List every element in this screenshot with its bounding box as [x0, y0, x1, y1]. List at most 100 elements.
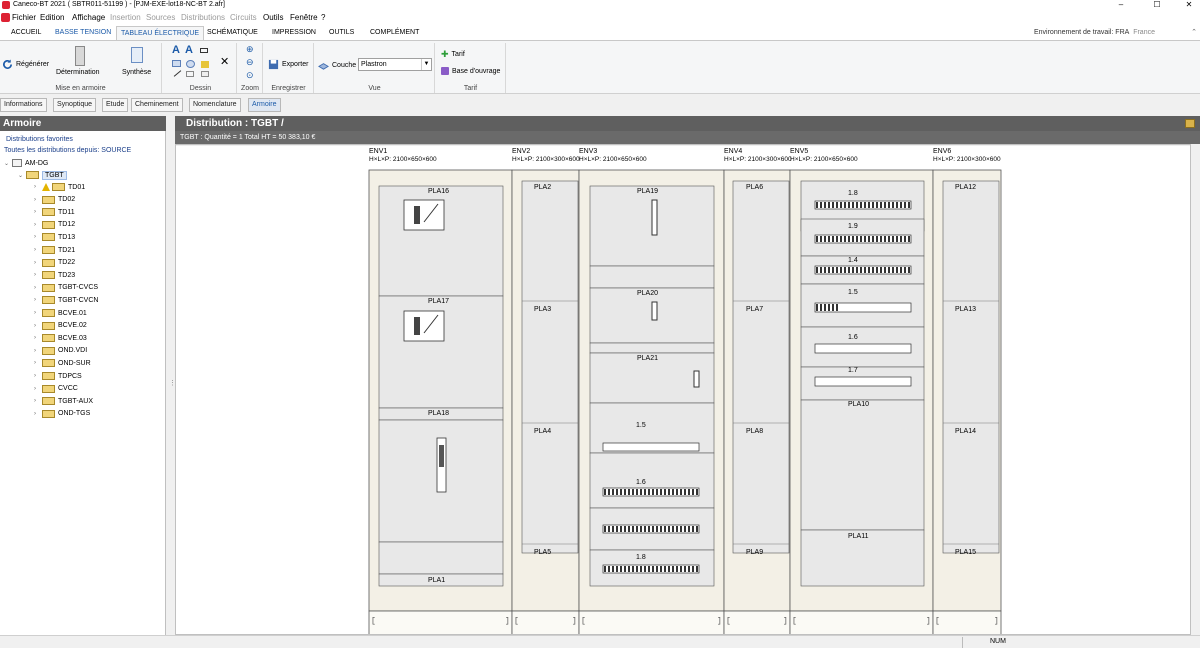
- exporter-button[interactable]: Exporter: [268, 59, 308, 70]
- zoom-fit-icon[interactable]: ⊙: [246, 70, 254, 81]
- tree-node-tgbt[interactable]: ⌄ TGBT: [18, 169, 67, 181]
- tree-node-cvcc[interactable]: › CVCC: [34, 383, 78, 395]
- tree-node-tgbt-cvcn[interactable]: › TGBT-CVCN: [34, 294, 98, 306]
- expand-icon[interactable]: ›: [34, 373, 40, 379]
- expand-icon[interactable]: ›: [34, 184, 40, 190]
- tarif-button[interactable]: ✚ Tarif: [441, 49, 465, 60]
- menu-sources[interactable]: Sources: [146, 13, 175, 22]
- expand-icon[interactable]: ›: [34, 398, 40, 404]
- tree-node-td21[interactable]: › TD21: [34, 244, 75, 256]
- tree-node-bcve-03[interactable]: › BCVE.03: [34, 332, 87, 344]
- text-style-icon[interactable]: A: [185, 44, 193, 56]
- expand-icon[interactable]: ›: [34, 247, 40, 253]
- determination-button[interactable]: Détermination: [56, 69, 100, 76]
- regenerer-button[interactable]: Régénérer: [2, 59, 49, 70]
- table-tool-icon[interactable]: [200, 48, 208, 53]
- app-menu-icon[interactable]: [1, 13, 10, 22]
- tab-cheminement[interactable]: Cheminement: [131, 98, 183, 112]
- expand-icon[interactable]: ›: [34, 386, 40, 392]
- expand-icon[interactable]: ›: [34, 348, 40, 354]
- chevron-down-icon[interactable]: ▼: [421, 59, 431, 70]
- tree-node-td22[interactable]: › TD22: [34, 257, 75, 269]
- tab-armoire[interactable]: Armoire: [248, 98, 281, 112]
- expand-icon[interactable]: ›: [34, 260, 40, 266]
- expand-icon[interactable]: ›: [34, 197, 40, 203]
- expand-icon[interactable]: ›: [34, 272, 40, 278]
- tree-node-bcve-02[interactable]: › BCVE.02: [34, 320, 87, 332]
- frame-tool-icon[interactable]: [201, 71, 209, 77]
- tab-basse-tension[interactable]: BASSE TENSION: [51, 26, 115, 40]
- expand-icon[interactable]: ›: [34, 411, 40, 417]
- tab-synoptique[interactable]: Synoptique: [53, 98, 97, 112]
- expand-icon[interactable]: ›: [34, 310, 40, 316]
- cabinet-canvas[interactable]: ENV1 H×L×P: 2100×650×600[] ENV2 H×L×P: 2100…: [175, 144, 1191, 635]
- cabinet-drawing[interactable]: ENV1H×L×P: 2100×650×600[]ENV2H×L×P: 2100…: [176, 145, 1191, 635]
- expand-icon[interactable]: ›: [34, 222, 40, 228]
- synthese-button[interactable]: Synthèse: [122, 69, 151, 76]
- couche-select[interactable]: Plastron ▼: [358, 58, 432, 71]
- maximize-button[interactable]: ☐: [1146, 0, 1168, 10]
- menu-fichier[interactable]: Fichier: [12, 13, 36, 22]
- text-tool-icon[interactable]: A: [172, 44, 180, 56]
- lock-icon[interactable]: [1185, 119, 1195, 128]
- base-ouvrage-button[interactable]: Base d'ouvrage: [441, 67, 500, 75]
- favorites-link[interactable]: Distributions favorites: [6, 136, 73, 143]
- tree-node-ond-vdi[interactable]: › OND.VDI: [34, 345, 87, 357]
- expand-icon[interactable]: ›: [34, 360, 40, 366]
- zoom-out-icon[interactable]: ⊖: [246, 57, 254, 68]
- expand-icon[interactable]: ›: [34, 335, 40, 341]
- menu-circuits[interactable]: Circuits: [230, 13, 257, 22]
- rectangle-tool-icon[interactable]: [172, 60, 181, 67]
- tree-node-td02[interactable]: › TD02: [34, 194, 75, 206]
- collapse-icon[interactable]: ⌄: [18, 172, 24, 179]
- tree-node-td12[interactable]: › TD12: [34, 219, 75, 231]
- tab-impression[interactable]: IMPRESSION: [268, 26, 320, 40]
- menu-outils[interactable]: Outils: [263, 13, 283, 22]
- tree-node-tgbt-cvcs[interactable]: › TGBT-CVCS: [34, 282, 98, 294]
- tree-node-tgbt-aux[interactable]: › TGBT-AUX: [34, 395, 93, 407]
- ribbon-collapse-icon[interactable]: ⌃: [1191, 28, 1197, 36]
- tab-etude[interactable]: Etude: [102, 98, 129, 112]
- menu-affichage[interactable]: Affichage: [72, 13, 105, 22]
- tree-node-td01[interactable]: › TD01: [34, 181, 85, 193]
- tree-node-ond-tgs[interactable]: › OND-TGS: [34, 408, 90, 420]
- ellipse-tool-icon[interactable]: [186, 60, 195, 68]
- menu-distributions[interactable]: Distributions: [181, 13, 225, 22]
- expand-icon[interactable]: ›: [34, 209, 40, 215]
- all-distributions-link[interactable]: Toutes les distributions depuis: SOURCE: [4, 147, 131, 154]
- menu-edition[interactable]: Edition: [40, 13, 64, 22]
- panel-splitter[interactable]: ⋮: [166, 131, 176, 635]
- collapse-icon[interactable]: ⌄: [4, 160, 10, 167]
- image-tool-icon[interactable]: [186, 71, 194, 77]
- menu-help[interactable]: ?: [321, 13, 325, 22]
- tree-node-root[interactable]: ⌄ AM-DG: [4, 157, 48, 169]
- fill-tool-icon[interactable]: [201, 61, 209, 68]
- delete-icon[interactable]: ✕: [220, 55, 229, 68]
- database-icon: [441, 67, 449, 75]
- tree-node-bcve-01[interactable]: › BCVE.01: [34, 307, 87, 319]
- tree-node-td11[interactable]: › TD11: [34, 206, 75, 218]
- expand-icon[interactable]: ›: [34, 234, 40, 240]
- expand-icon[interactable]: ›: [34, 285, 40, 291]
- tab-outils[interactable]: OUTILS: [325, 26, 358, 40]
- minimize-button[interactable]: –: [1110, 0, 1132, 10]
- line-tool-icon[interactable]: [173, 70, 182, 77]
- tree-node-td13[interactable]: › TD13: [34, 231, 75, 243]
- tab-schematique[interactable]: SCHÉMATIQUE: [203, 26, 262, 40]
- tab-complement[interactable]: COMPLÉMENT: [366, 26, 423, 40]
- tree-node-tdpcs[interactable]: › TDPCS: [34, 370, 82, 382]
- tab-informations[interactable]: Informations: [0, 98, 47, 112]
- tab-nomenclature[interactable]: Nomenclature: [189, 98, 241, 112]
- zoom-in-icon[interactable]: ⊕: [246, 44, 254, 55]
- group-label-dessin: Dessin: [189, 85, 212, 92]
- tree-node-ond-sur[interactable]: › OND-SUR: [34, 357, 91, 369]
- expand-icon[interactable]: ›: [34, 297, 40, 303]
- menu-insertion[interactable]: Insertion: [110, 13, 141, 22]
- expand-icon[interactable]: ›: [34, 323, 40, 329]
- menu-fenetre[interactable]: Fenêtre: [290, 13, 318, 22]
- tree-node-td23[interactable]: › TD23: [34, 269, 75, 281]
- tab-accueil[interactable]: ACCUEIL: [7, 26, 45, 40]
- close-button[interactable]: ✕: [1178, 0, 1200, 10]
- tab-tableau-electrique[interactable]: TABLEAU ÉLECTRIQUE: [116, 26, 205, 40]
- vertical-scrollbar[interactable]: [1191, 144, 1200, 635]
